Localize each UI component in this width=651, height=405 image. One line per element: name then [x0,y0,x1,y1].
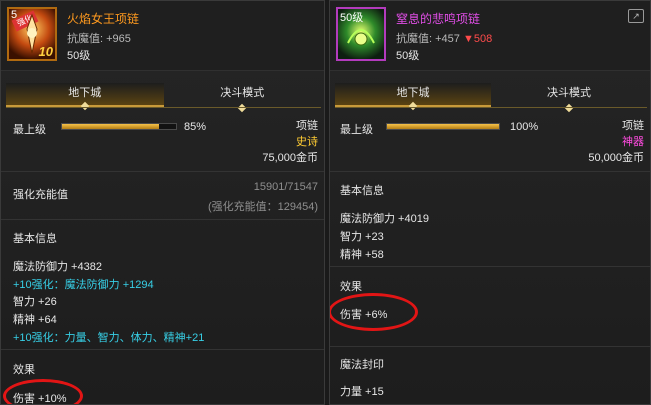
resist-line: 抗魔值: +965 [67,33,131,45]
item-level: 50级 [67,50,91,62]
enhance-sub-value: (强化充能值：129454) [207,201,318,213]
share-icon[interactable]: ↗ [628,9,644,23]
mode-tabs: 地下城 决斗模式 [6,83,322,113]
enhance-level-badge: 10 [38,44,53,59]
tab-dungeon[interactable]: 地下城 [6,83,164,111]
quality-percent: 100% [510,121,539,133]
max-level-label: 最上级 [340,124,373,136]
max-level-label: 最上级 [13,124,46,136]
tab-duel[interactable]: 决斗模式 [164,83,322,113]
tab-duel[interactable]: 决斗模式 [491,83,647,113]
item-rarity: 史诗 [296,136,318,148]
quality-progress-bar [386,123,500,130]
item-icon[interactable]: 5 强化 10 [7,7,57,61]
tab-indicator-icon [564,103,574,113]
stat-line: 魔法防御力 +4382 [13,261,102,273]
tab-indicator-icon [80,101,89,111]
stat-line: 精神 +64 [13,314,57,326]
divider [330,266,650,267]
stat-line: +10强化：力量、智力、体力、精神+21 [13,332,205,344]
basic-info-header: 基本信息 [13,233,57,245]
item-header: 5 强化 10 火焰女王项链 抗魔值: +965 50级 [1,1,324,71]
item-tooltip-right: 50级 窒息的悲鸣项链 抗魔值: +457 ▼508 50级 ↗ 地下城 决斗模… [329,0,651,405]
item-rarity: 神器 [622,136,644,148]
divider [330,171,650,172]
stat-line: 智力 +26 [13,296,57,308]
effect-header: 效果 [13,364,35,376]
mode-tabs: 地下城 决斗模式 [335,83,647,113]
quality-percent: 85% [184,121,207,133]
item-name: 火焰女王项链 [67,12,140,26]
basic-info-header: 基本信息 [340,185,384,197]
tab-separator [335,107,647,108]
resist-line: 抗魔值: +457 ▼508 [396,33,493,45]
quality-progress-fill [62,124,159,129]
tab-separator [6,107,321,108]
highlight-circle [330,293,418,331]
item-icon[interactable]: 50级 [336,7,386,61]
highlight-circle [3,379,83,404]
tab-indicator-icon [238,103,247,113]
item-header: 50级 窒息的悲鸣项链 抗魔值: +457 ▼508 50级 ↗ [330,1,650,71]
item-slot: 项链 [622,120,644,132]
stat-line: 精神 +58 [340,249,384,261]
enhance-value: 15901/71547 [253,181,318,193]
tab-dungeon[interactable]: 地下城 [335,83,491,111]
divider [1,171,324,172]
enhance-header: 强化充能值 [13,189,68,201]
seal-header: 魔法封印 [340,359,384,371]
item-price: 50,000金币 [588,152,644,164]
item-level: 50级 [396,50,420,62]
item-price: 75,000金币 [262,152,318,164]
necklace-icon [347,29,375,46]
effect-header: 效果 [340,281,362,293]
stat-line: +10强化：魔法防御力 +1294 [13,279,154,291]
divider [330,346,650,347]
quality-progress-fill [387,124,499,129]
stat-line: 智力 +23 [340,231,384,243]
seal-stat: 力量 +15 [340,386,384,398]
divider [1,219,324,220]
stat-line: 魔法防御力 +4019 [340,213,429,225]
resist-decrease: ▼508 [462,33,493,45]
item-tooltip-left: 5 强化 10 火焰女王项链 抗魔值: +965 50级 地下城 决斗模式 最上… [0,0,325,405]
item-slot: 项链 [296,120,318,132]
item-name: 窒息的悲鸣项链 [396,12,481,26]
divider [1,349,324,350]
tab-indicator-icon [408,101,418,111]
quality-progress-bar [61,123,177,130]
